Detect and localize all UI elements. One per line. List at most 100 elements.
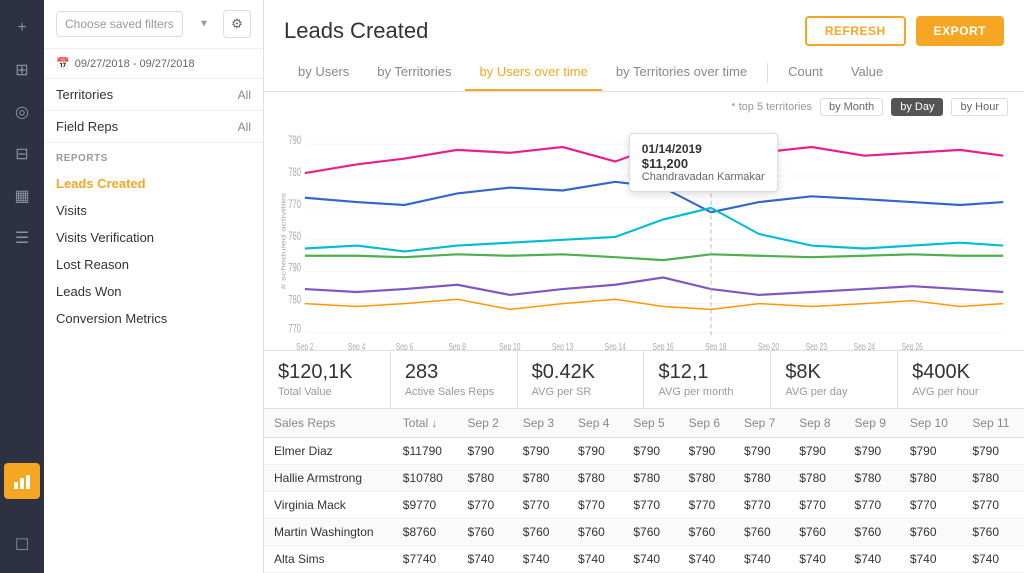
svg-text:790: 790 [288, 135, 301, 148]
cell-value: $740 [900, 546, 963, 573]
refresh-button[interactable]: REFRESH [805, 16, 906, 46]
header-buttons: REFRESH EXPORT [805, 16, 1004, 46]
metric-avg-month-label: AVG per month [658, 386, 756, 398]
metrics-row: $120,1K Total Value 283 Active Sales Rep… [264, 350, 1024, 409]
grid-icon[interactable]: ⊞ [4, 52, 40, 88]
by-day-button[interactable]: by Day [891, 98, 943, 116]
cell-value: $770 [962, 492, 1024, 519]
territories-filter[interactable]: Territories All [44, 79, 263, 111]
export-button[interactable]: EXPORT [916, 16, 1004, 46]
report-visits[interactable]: Visits [56, 197, 251, 224]
cell-value: $780 [789, 465, 844, 492]
metric-total-value-label: Total Value [278, 386, 376, 398]
cell-name: Virginia Mack [264, 492, 393, 519]
svg-text:780: 780 [288, 167, 301, 180]
report-conversion-metrics[interactable]: Conversion Metrics [56, 305, 251, 332]
col-sep4[interactable]: Sep 4 [568, 409, 623, 438]
fieldreps-value: All [238, 120, 251, 134]
col-total[interactable]: Total ↓ [393, 409, 458, 438]
cell-name: Martin Washington [264, 519, 393, 546]
calendar-small-icon: 📅 [56, 57, 70, 70]
col-sep9[interactable]: Sep 9 [845, 409, 900, 438]
data-table: Sales Reps Total ↓ Sep 2 Sep 3 Sep 4 Sep… [264, 409, 1024, 573]
metric-avg-day-label: AVG per day [785, 386, 883, 398]
cell-value: $780 [457, 465, 512, 492]
calendar-icon[interactable]: ▦ [4, 178, 40, 214]
page-title: Leads Created [284, 18, 428, 44]
svg-text:760: 760 [288, 230, 301, 243]
table-header-row: Sales Reps Total ↓ Sep 2 Sep 3 Sep 4 Sep… [264, 409, 1024, 438]
svg-text:Sep 26: Sep 26 [902, 341, 923, 350]
gear-icon[interactable]: ⚙ [223, 10, 251, 38]
tab-by-territories-over-time[interactable]: by Territories over time [602, 54, 761, 91]
col-sep8[interactable]: Sep 8 [789, 409, 844, 438]
metric-total-value-num: $120,1K [278, 361, 376, 384]
filter-icon[interactable]: ⊟ [4, 136, 40, 172]
col-sep7[interactable]: Sep 7 [734, 409, 789, 438]
cell-value: $740 [962, 546, 1024, 573]
cell-value: $770 [679, 492, 734, 519]
svg-text:Sep 18: Sep 18 [705, 341, 726, 350]
cell-value: $770 [900, 492, 963, 519]
cell-value: $780 [679, 465, 734, 492]
report-leads-won[interactable]: Leads Won [56, 278, 251, 305]
col-sep2[interactable]: Sep 2 [457, 409, 512, 438]
tab-by-users[interactable]: by Users [284, 54, 363, 91]
chart-icon[interactable] [4, 463, 40, 499]
col-sep3[interactable]: Sep 3 [513, 409, 568, 438]
cell-value: $770 [623, 492, 678, 519]
report-visits-verification[interactable]: Visits Verification [56, 224, 251, 251]
cell-value: $770 [789, 492, 844, 519]
svg-text:# scheduled activities: # scheduled activities [280, 193, 287, 289]
cell-name: Alta Sims [264, 546, 393, 573]
saved-filters-select[interactable]: Choose saved filters [56, 11, 183, 37]
chat-icon[interactable]: ☐ [4, 527, 40, 563]
report-leads-created[interactable]: Leads Created [56, 170, 251, 197]
tab-divider [767, 63, 768, 83]
tab-count[interactable]: Count [774, 54, 837, 91]
metric-active-reps-label: Active Sales Reps [405, 386, 503, 398]
cell-value: $780 [845, 465, 900, 492]
svg-text:780: 780 [288, 294, 301, 307]
territories-value: All [238, 88, 251, 102]
cell-value: $780 [900, 465, 963, 492]
cell-value: $790 [900, 438, 963, 465]
plus-icon[interactable]: + [4, 10, 40, 46]
cell-value: $790 [845, 438, 900, 465]
metric-active-reps-num: 283 [405, 361, 503, 384]
by-month-button[interactable]: by Month [820, 98, 883, 116]
cell-value: $740 [789, 546, 844, 573]
by-hour-button[interactable]: by Hour [951, 98, 1008, 116]
cell-value: $740 [734, 546, 789, 573]
col-sales-reps[interactable]: Sales Reps [264, 409, 393, 438]
cell-value: $760 [789, 519, 844, 546]
cell-value: $770 [457, 492, 512, 519]
tab-by-users-over-time[interactable]: by Users over time [465, 54, 601, 91]
tab-value[interactable]: Value [837, 54, 897, 91]
table-row: Virginia Mack$9770$770$770$770$770$770$7… [264, 492, 1024, 519]
data-table-wrap: Sales Reps Total ↓ Sep 2 Sep 3 Sep 4 Sep… [264, 409, 1024, 573]
fieldreps-filter[interactable]: Field Reps All [44, 111, 263, 143]
metric-total-value: $120,1K Total Value [264, 351, 391, 408]
cell-value: $790 [962, 438, 1024, 465]
col-sep6[interactable]: Sep 6 [679, 409, 734, 438]
cell-value: $790 [679, 438, 734, 465]
report-lost-reason[interactable]: Lost Reason [56, 251, 251, 278]
svg-text:Sep 24: Sep 24 [854, 341, 875, 350]
cell-value: $770 [513, 492, 568, 519]
col-sep10[interactable]: Sep 10 [900, 409, 963, 438]
tab-by-territories[interactable]: by Territories [363, 54, 465, 91]
cell-name: Elmer Diaz [264, 438, 393, 465]
fieldreps-label: Field Reps [56, 119, 118, 134]
metric-avg-hour-label: AVG per hour [912, 386, 1010, 398]
location-icon[interactable]: ◎ [4, 94, 40, 130]
col-sep5[interactable]: Sep 5 [623, 409, 678, 438]
cell-value: $740 [845, 546, 900, 573]
col-sep11[interactable]: Sep 11 [962, 409, 1024, 438]
svg-text:Sep 6: Sep 6 [396, 341, 414, 350]
cell-value: $780 [568, 465, 623, 492]
svg-text:Sep 8: Sep 8 [448, 341, 466, 350]
metric-avg-day-num: $8K [785, 361, 883, 384]
document-icon[interactable]: ☰ [4, 220, 40, 256]
cell-value: $760 [568, 519, 623, 546]
